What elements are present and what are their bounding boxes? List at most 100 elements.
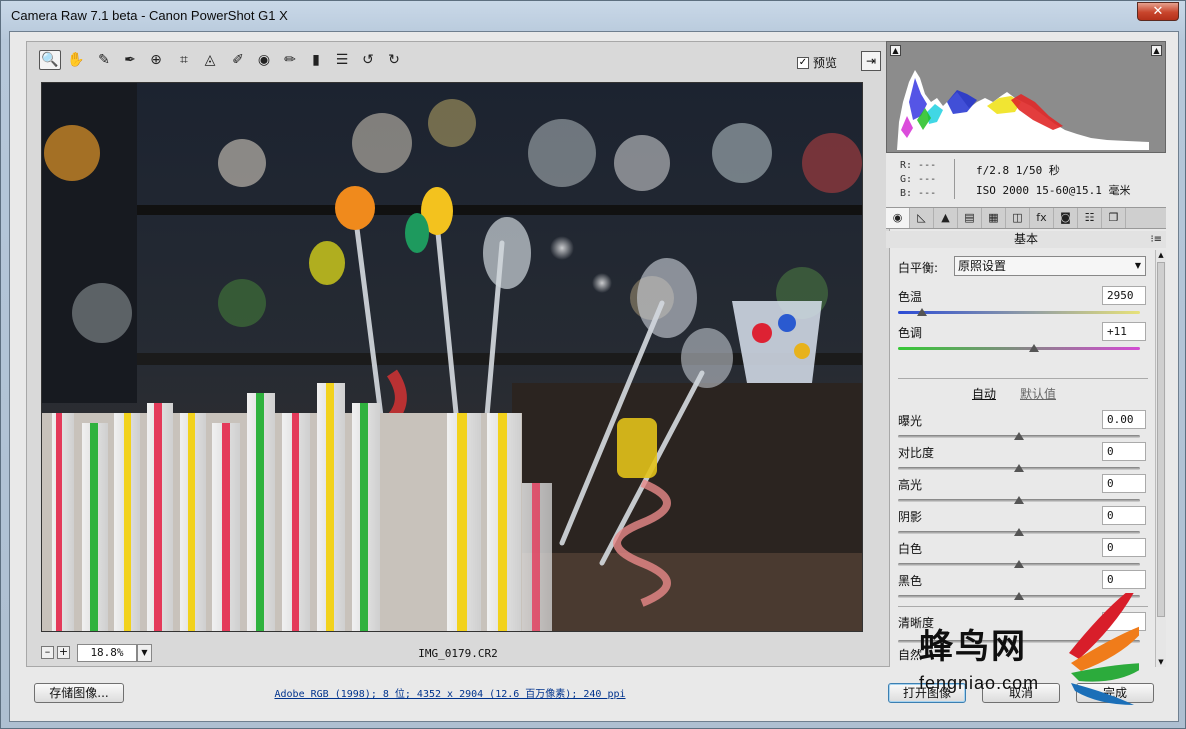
slider-thumb[interactable] bbox=[1014, 528, 1024, 536]
close-button[interactable]: ✕ bbox=[1137, 2, 1179, 21]
scroll-thumb[interactable] bbox=[1157, 262, 1165, 617]
fullscreen-button[interactable]: ⇥ bbox=[861, 51, 881, 71]
aperture-shutter: f/2.8 1/50 秒 bbox=[976, 164, 1060, 177]
slider-thumb[interactable] bbox=[917, 308, 928, 316]
panel-menu-icon[interactable]: ⁝≡ bbox=[1150, 231, 1162, 248]
panel-tab-6[interactable]: fx bbox=[1030, 208, 1054, 228]
slider-track[interactable] bbox=[898, 347, 1140, 350]
slider-label: 黑色 bbox=[898, 574, 923, 588]
slider-thumb[interactable] bbox=[1014, 464, 1024, 472]
highlight-clipping-warning[interactable]: ▲ bbox=[1151, 45, 1162, 56]
white-balance-select[interactable]: 原照设置 ▼ bbox=[954, 256, 1146, 276]
white-balance-value: 原照设置 bbox=[958, 259, 1007, 273]
g-readout: G: --- bbox=[900, 174, 937, 185]
save-image-button[interactable]: 存储图像... bbox=[34, 683, 124, 703]
slider-value-field[interactable]: 0 bbox=[1102, 442, 1146, 461]
red-eye-tool-icon[interactable]: ◉ bbox=[253, 50, 275, 70]
done-button[interactable]: 完成 bbox=[1076, 683, 1154, 703]
panel-tab-0[interactable]: ◉ bbox=[886, 208, 910, 228]
panel-tab-3[interactable]: ▤ bbox=[958, 208, 982, 228]
slider-label: 对比度 bbox=[898, 446, 935, 460]
workflow-options-link[interactable]: Adobe RGB (1998); 8 位; 4352 x 2904 (12.6… bbox=[210, 685, 690, 700]
slider-thumb[interactable] bbox=[1028, 344, 1039, 352]
histogram-graph bbox=[897, 70, 1149, 150]
slider-thumb[interactable] bbox=[1014, 560, 1024, 568]
white-balance-label: 白平衡: bbox=[898, 261, 939, 275]
title-bar: Camera Raw 7.1 beta - Canon PowerShot G1… bbox=[1, 1, 1185, 31]
readout-area: R: --- G: --- B: --- f/2.8 1/50 秒 ISO 20… bbox=[886, 153, 1166, 207]
slider-value-field[interactable]: 0 bbox=[1102, 538, 1146, 557]
slider-label: 色调 bbox=[898, 326, 923, 340]
panel-tab-4[interactable]: ▦ bbox=[982, 208, 1006, 228]
slider-value-field[interactable]: 0.00 bbox=[1102, 410, 1146, 429]
slider-value-field[interactable]: 0 bbox=[1102, 506, 1146, 525]
shadow-clipping-warning[interactable]: ▲ bbox=[890, 45, 901, 56]
section-divider bbox=[898, 606, 1148, 607]
hand-tool-icon[interactable]: ✋ bbox=[65, 50, 87, 70]
section-divider bbox=[898, 378, 1148, 379]
b-readout: B: --- bbox=[900, 188, 937, 199]
basic-panel: 白平衡: 原照设置 ▼ 自动 默认值 清晰度 自然 色温 2950 色调 +11 曝光 0… bbox=[886, 250, 1154, 667]
auto-link[interactable]: 自动 bbox=[972, 385, 996, 402]
preview-status-bar: – + 18.8% ▼ IMG_0179.CR2 bbox=[27, 640, 889, 666]
preview-checkbox[interactable]: ✓ bbox=[797, 56, 809, 69]
preview-toggle[interactable]: ✓ 预览 bbox=[797, 54, 837, 71]
preview-label: 预览 bbox=[813, 56, 838, 70]
spot-removal-tool-icon[interactable]: ✐ bbox=[227, 50, 249, 70]
panel-scrollbar[interactable]: ▲ ▼ bbox=[1155, 250, 1166, 667]
straighten-tool-icon[interactable]: ◬ bbox=[199, 50, 221, 70]
exif-readout: f/2.8 1/50 秒 ISO 2000 15-60@15.1 毫米 bbox=[976, 161, 1130, 201]
panel-tabs: ◉ ◺ ▲ ▤ ▦ ◫ fx ◙ ☷ ❐ bbox=[886, 207, 1166, 229]
slider-label: 色温 bbox=[898, 290, 923, 304]
rotate-ccw-tool-icon[interactable]: ↺ bbox=[357, 50, 379, 70]
default-link[interactable]: 默认值 bbox=[1020, 385, 1056, 402]
color-sampler-tool-icon[interactable]: ✒ bbox=[119, 50, 141, 70]
basic-section-title: 基本 bbox=[1013, 232, 1038, 246]
slider-thumb[interactable] bbox=[1014, 592, 1024, 600]
adjustment-brush-tool-icon[interactable]: ✏ bbox=[279, 50, 301, 70]
chevron-down-icon: ▼ bbox=[1134, 261, 1141, 270]
slider-track[interactable] bbox=[898, 311, 1140, 314]
preferences-tool-icon[interactable]: ☰ bbox=[331, 50, 353, 70]
clarity-value[interactable] bbox=[1102, 612, 1146, 631]
vibrance-label: 自然 bbox=[898, 648, 923, 662]
zoom-tool-icon[interactable]: 🔍 bbox=[39, 50, 61, 70]
graduated-filter-tool-icon[interactable]: ▮ bbox=[305, 50, 327, 70]
panel-tab-2[interactable]: ▲ bbox=[934, 208, 958, 228]
panel-tab-8[interactable]: ☷ bbox=[1078, 208, 1102, 228]
panel-tab-5[interactable]: ◫ bbox=[1006, 208, 1030, 228]
iso-focal: ISO 2000 15-60@15.1 毫米 bbox=[976, 184, 1131, 197]
slider-value-field[interactable]: 0 bbox=[1102, 474, 1146, 493]
rotate-cw-tool-icon[interactable]: ↻ bbox=[383, 50, 405, 70]
panel-tab-1[interactable]: ◺ bbox=[910, 208, 934, 228]
open-image-button[interactable]: 打开图像 bbox=[888, 683, 966, 703]
photo-preview bbox=[42, 83, 862, 631]
r-readout: R: --- bbox=[900, 160, 937, 171]
adjustments-panel: ▲ ▲ R: --- G: --- B: --- f/2.8 1/50 秒 IS… bbox=[886, 41, 1166, 667]
slider-value-field[interactable]: 2950 bbox=[1102, 286, 1146, 305]
panel-tab-7[interactable]: ◙ bbox=[1054, 208, 1078, 228]
clarity-label: 清晰度 bbox=[898, 616, 935, 630]
cancel-button[interactable]: 取消 bbox=[982, 683, 1060, 703]
slider-value-field[interactable]: 0 bbox=[1102, 570, 1146, 589]
scroll-down-icon[interactable]: ▼ bbox=[1156, 657, 1166, 667]
target-adjustment-tool-icon[interactable]: ⊕ bbox=[145, 50, 167, 70]
slider-label: 白色 bbox=[898, 542, 923, 556]
basic-section-header: 基本 ⁝≡ bbox=[886, 231, 1166, 248]
readout-divider bbox=[954, 159, 955, 199]
crop-tool-icon[interactable]: ⌗ bbox=[173, 50, 195, 70]
white-balance-tool-icon[interactable]: ✎ bbox=[93, 50, 115, 70]
slider-label: 阴影 bbox=[898, 510, 923, 524]
rgb-readout: R: --- G: --- B: --- bbox=[900, 159, 936, 201]
toolbar: 🔍 ✋ ✎ ✒ ⊕ ⌗ ◬ ✐ ◉ ✏ ▮ ☰ ↺ ↻ bbox=[27, 42, 889, 76]
scroll-up-icon[interactable]: ▲ bbox=[1156, 250, 1166, 260]
preview-panel: 🔍 ✋ ✎ ✒ ⊕ ⌗ ◬ ✐ ◉ ✏ ▮ ☰ ↺ ↻ ✓ 预览 ⇥ – + 1… bbox=[26, 41, 890, 667]
slider-thumb[interactable] bbox=[1014, 496, 1024, 504]
clarity-slider-track[interactable] bbox=[898, 640, 1140, 643]
image-canvas[interactable] bbox=[41, 82, 863, 632]
slider-value-field[interactable]: +11 bbox=[1102, 322, 1146, 341]
camera-raw-window: Camera Raw 7.1 beta - Canon PowerShot G1… bbox=[0, 0, 1186, 729]
slider-thumb[interactable] bbox=[1014, 432, 1024, 440]
panel-tab-9[interactable]: ❐ bbox=[1102, 208, 1126, 228]
file-name: IMG_0179.CR2 bbox=[418, 647, 498, 660]
